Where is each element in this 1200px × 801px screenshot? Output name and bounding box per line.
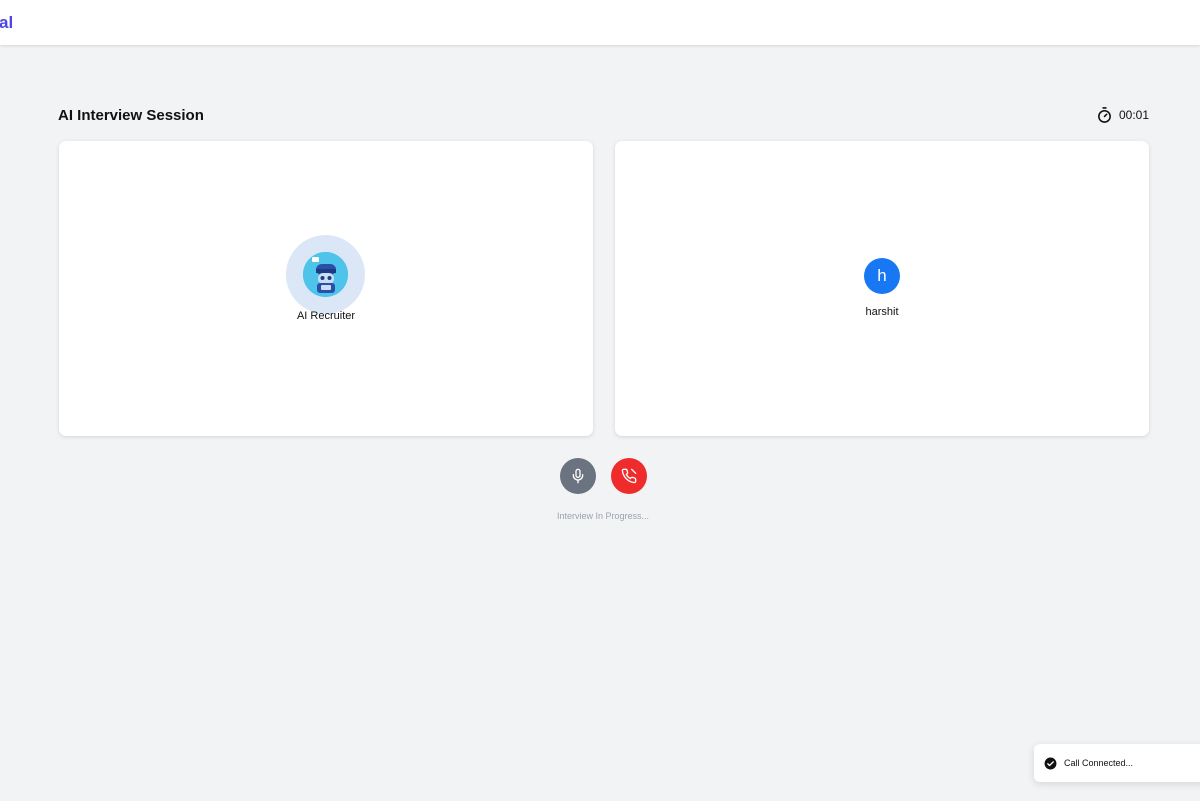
ai-recruiter-tile: AI Recruiter (59, 141, 593, 436)
timer-value: 00:01 (1118, 108, 1149, 122)
user-tile: h harshit (615, 141, 1149, 436)
end-call-button[interactable] (611, 458, 647, 494)
page-title: AI Interview Session (58, 107, 204, 124)
user-avatar: h (864, 258, 900, 294)
interview-status: Interview In Progress... (556, 511, 650, 521)
top-navbar: al (0, 0, 1200, 45)
app-logo[interactable]: al (0, 13, 13, 33)
microphone-button[interactable] (560, 458, 596, 494)
phone-hangup-icon (621, 468, 637, 484)
robot-avatar-icon (303, 252, 348, 297)
toast-message: Call Connected... (1064, 758, 1134, 768)
check-circle-icon (1044, 757, 1057, 769)
stopwatch-icon (1098, 107, 1111, 123)
microphone-icon (572, 468, 584, 484)
ai-recruiter-name: AI Recruiter (296, 310, 356, 322)
toast-notification: Call Connected... (1034, 744, 1200, 782)
user-name: harshit (865, 306, 899, 318)
ai-recruiter-avatar (303, 252, 348, 297)
ai-speaking-indicator (286, 235, 365, 314)
call-timer: 00:01 (1096, 106, 1149, 124)
